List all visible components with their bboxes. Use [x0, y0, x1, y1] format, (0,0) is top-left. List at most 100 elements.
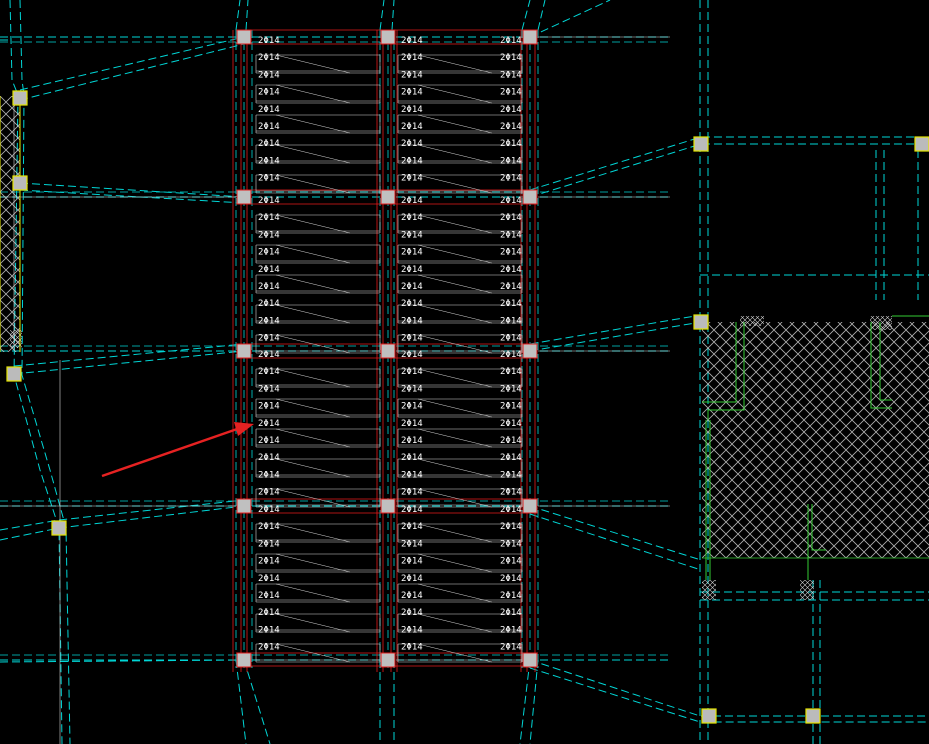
rebar-label: 2Φ14: [401, 53, 423, 63]
rebar-label: 2Φ14: [500, 213, 522, 223]
column-square: [522, 189, 538, 205]
column-square: [380, 189, 396, 205]
rebar-label: 2Φ14: [258, 282, 280, 292]
rebar-label: 2Φ14: [258, 70, 280, 80]
column-square: [380, 652, 396, 668]
rebar-label: 2Φ14: [258, 350, 280, 360]
cad-drawing-canvas[interactable]: 2Φ14 2Φ14 2Φ14 2Φ14 2Φ14 2Φ14 2Φ14 2Φ14 2Φ14 2Φ14…: [0, 0, 929, 744]
column-square: [12, 175, 28, 191]
rebar-label: 2Φ14: [500, 453, 522, 463]
rebar-label: 2Φ14: [258, 213, 280, 223]
hatched-wall: [0, 96, 20, 352]
rebar-label: 2Φ14: [401, 213, 423, 223]
axis-line: [13, 350, 245, 375]
rebar-label: 2Φ14: [401, 643, 423, 653]
rebar-label: 2Φ14: [500, 367, 522, 377]
rebar-label: 2Φ14: [258, 248, 280, 258]
rebar-label: 2Φ14: [258, 643, 280, 653]
column-square: [236, 343, 252, 359]
rebar-label: 2Φ14: [258, 436, 280, 446]
rebar-label: 2Φ14: [258, 105, 280, 115]
structural-plan: 2Φ14 2Φ14 2Φ14 2Φ14 2Φ14 2Φ14 2Φ14 2Φ14 2Φ14 2Φ14…: [0, 0, 929, 744]
rebar-label: 2Φ14: [258, 625, 280, 635]
rebar-label: 2Φ14: [258, 522, 280, 532]
rebar-label: 2Φ14: [500, 299, 522, 309]
axis-line: [519, 659, 531, 744]
rebar-label: 2Φ14: [401, 367, 423, 377]
rebar-label: 2Φ14: [500, 402, 522, 412]
rebar-label: 2Φ14: [401, 282, 423, 292]
axis-line: [391, 0, 395, 31]
rebar-label: 2Φ14: [258, 608, 280, 618]
rebar-label: 2Φ14: [500, 350, 522, 360]
axis-line: [529, 136, 929, 191]
rebar-label: 2Φ14: [258, 402, 280, 412]
step-diagonal: [275, 583, 351, 603]
axis-line: [243, 659, 271, 744]
column-square: [693, 136, 709, 152]
column-square: [522, 29, 538, 45]
step-diagonal: [417, 553, 493, 573]
rebar-label: 2Φ14: [401, 156, 423, 166]
rebar-label: 2Φ14: [401, 122, 423, 132]
step-diagonal: [275, 214, 351, 234]
step-diagonal: [275, 54, 351, 74]
step-diagonal: [275, 304, 351, 324]
rebar-label: 2Φ14: [500, 88, 522, 98]
rebar-label: 2Φ14: [500, 608, 522, 618]
rebar-label: 2Φ14: [258, 453, 280, 463]
rebar-label: 2Φ14: [401, 316, 423, 326]
white-lines: [0, 36, 670, 744]
rebar-label: 2Φ14: [500, 334, 522, 344]
column-square: [914, 136, 929, 152]
rebar-label: 2Φ14: [500, 591, 522, 601]
axis-line: [235, 0, 241, 31]
rebar-label: 2Φ14: [401, 265, 423, 275]
axis-line: [529, 659, 539, 744]
rebar-label: 2Φ14: [401, 557, 423, 567]
rebar-label: 2Φ14: [500, 625, 522, 635]
axis-line: [529, 659, 929, 717]
step-diagonal: [417, 84, 493, 104]
rebar-label: 2Φ14: [500, 230, 522, 240]
column-square: [701, 708, 717, 724]
step-diagonal: [417, 613, 493, 633]
axis-line: [19, 182, 245, 198]
step-diagonal: [275, 144, 351, 164]
rebar-label: 2Φ14: [401, 402, 423, 412]
step-diagonal: [417, 274, 493, 294]
step-diagonal: [275, 274, 351, 294]
axis-line: [529, 321, 702, 352]
rebar-label: 2Φ14: [258, 122, 280, 132]
column-square: [51, 520, 67, 536]
rebar-label: 2Φ14: [500, 643, 522, 653]
column-square: [6, 366, 22, 382]
rebar-label: 2Φ14: [401, 230, 423, 240]
column-square: [380, 343, 396, 359]
axis-line: [529, 143, 929, 198]
rebar-label: 2Φ14: [500, 248, 522, 258]
rebar-label: 2Φ14: [500, 36, 522, 46]
axis-line: [529, 505, 702, 561]
rebar-label: 2Φ14: [500, 436, 522, 446]
rebar-label: 2Φ14: [500, 122, 522, 132]
column-square: [522, 652, 538, 668]
step-diagonal: [417, 368, 493, 388]
rebar-label: 2Φ14: [500, 488, 522, 498]
column-square: [236, 29, 252, 45]
rebar-label: 2Φ14: [401, 436, 423, 446]
hatched-column: [870, 316, 892, 330]
rebar-label: 2Φ14: [401, 488, 423, 498]
rebar-label: 2Φ14: [401, 574, 423, 584]
rebar-label: 2Φ14: [401, 196, 423, 206]
rebar-label: 2Φ14: [401, 334, 423, 344]
step-diagonal: [417, 304, 493, 324]
rebar-label: 2Φ14: [401, 70, 423, 80]
rebar-label: 2Φ14: [401, 505, 423, 515]
column-square: [522, 498, 538, 514]
rebar-label: 2Φ14: [258, 88, 280, 98]
hatched-column: [800, 580, 814, 600]
rebar-label: 2Φ14: [500, 539, 522, 549]
rebar-label: 2Φ14: [401, 419, 423, 429]
rebar-label: 2Φ14: [401, 539, 423, 549]
